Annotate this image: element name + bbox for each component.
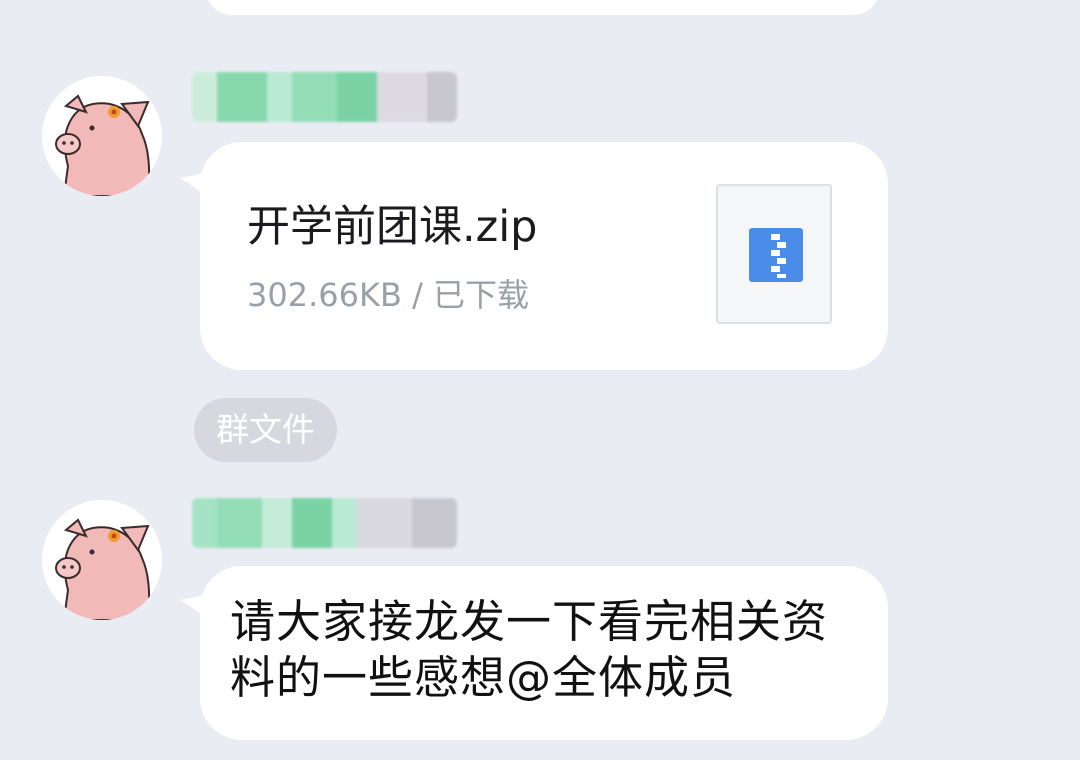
file-thumbnail[interactable] [716,184,832,324]
group-file-tag[interactable]: 群文件 [194,398,337,462]
message-text: 请大家接龙发一下看完相关资料的一些感想@全体成员 [230,595,829,704]
avatar[interactable] [42,500,162,620]
text-message-bubble[interactable]: 请大家接龙发一下看完相关资料的一些感想@全体成员 [200,566,888,740]
file-message-bubble[interactable]: 开学前团课.zip 302.66KB / 已下载 [200,142,888,370]
pig-avatar-icon [55,94,151,196]
zip-file-icon [749,228,803,282]
sender-name-blurred [192,498,457,548]
file-size-status: 302.66KB / 已下载 [247,276,530,314]
sender-name-blurred [192,72,457,122]
file-name: 开学前团课.zip [247,202,538,252]
previous-message-bubble[interactable] [205,0,880,15]
chat-view: 开学前团课.zip 302.66KB / 已下载 群文件 请大家接龙发一下看完相… [0,0,1080,760]
pig-avatar-icon [55,518,151,620]
avatar[interactable] [42,76,162,196]
